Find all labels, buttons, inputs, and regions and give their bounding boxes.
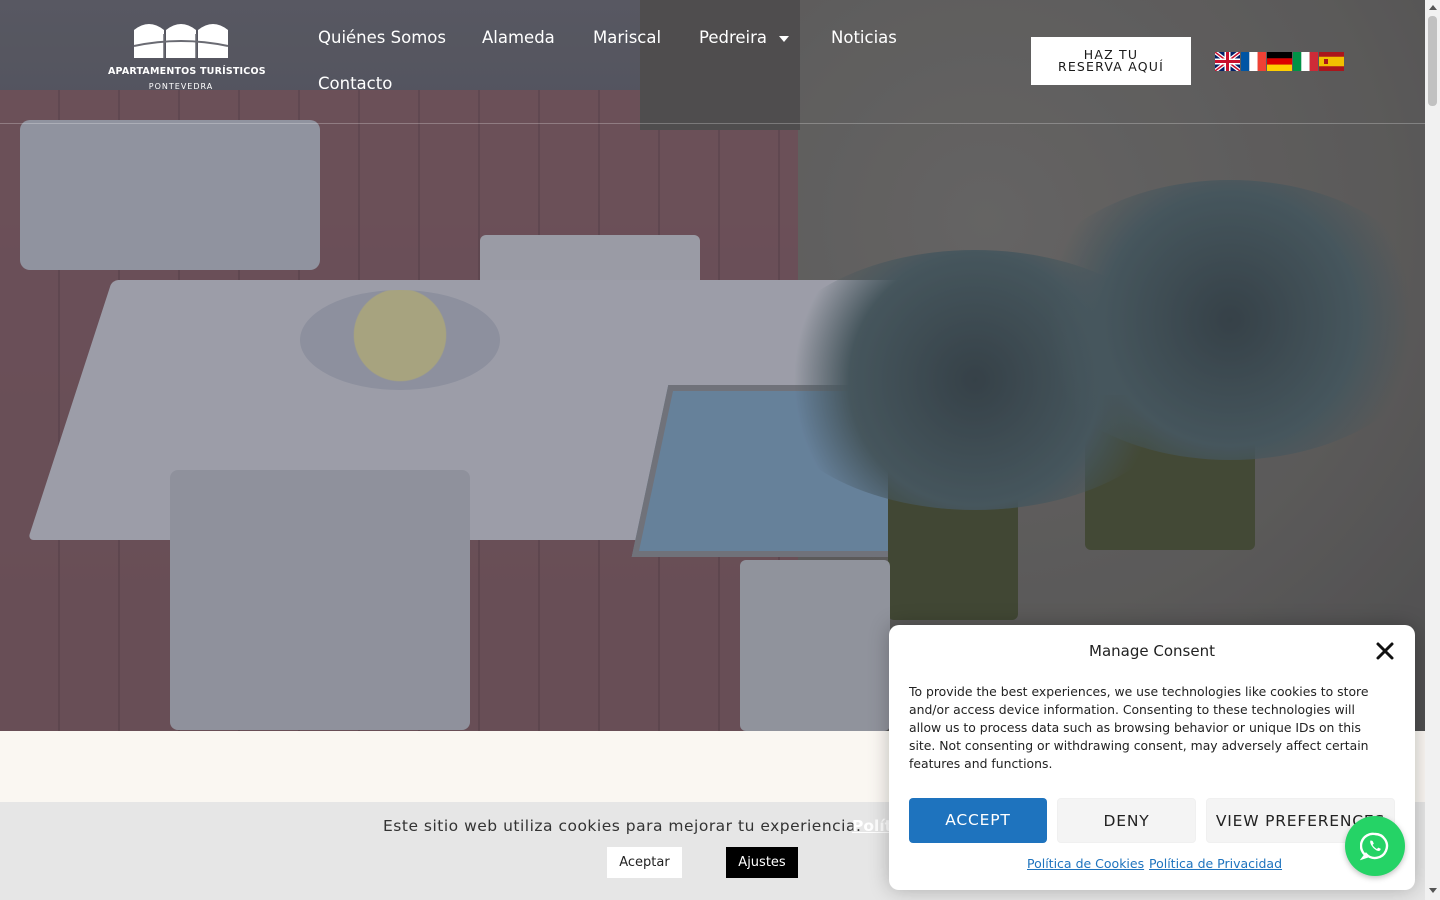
nav-quienes-somos[interactable]: Quiénes Somos: [318, 28, 446, 47]
whatsapp-button[interactable]: [1345, 816, 1405, 876]
scroll-up-icon[interactable]: [1429, 5, 1437, 10]
nav-noticias[interactable]: Noticias: [831, 28, 897, 47]
whatsapp-icon: [1360, 832, 1389, 861]
cookie-accept-button[interactable]: Aceptar: [607, 847, 682, 878]
page-scrollbar[interactable]: [1425, 0, 1440, 900]
scroll-down-icon[interactable]: [1429, 888, 1437, 893]
chevron-down-icon: [779, 35, 790, 42]
france-flag-icon[interactable]: [1241, 52, 1266, 71]
cookie-policy-link[interactable]: Política de Cookies: [1027, 856, 1144, 871]
logo-subtitle: PONTEVEDRA: [148, 82, 214, 91]
cookie-bar-policy-link[interactable]: Polít: [852, 817, 892, 835]
nav-alameda[interactable]: Alameda: [482, 28, 555, 47]
privacy-policy-link[interactable]: Política de Privacidad: [1149, 856, 1282, 871]
reserve-button[interactable]: HAZ TU RESERVA AQUÍ: [1031, 37, 1191, 85]
italy-flag-icon[interactable]: [1293, 52, 1318, 71]
nav-contacto[interactable]: Contacto: [318, 74, 392, 93]
nav-pedreira[interactable]: Pedreira: [699, 28, 790, 47]
cookie-bar-message: Este sitio web utiliza cookies para mejo…: [383, 817, 862, 835]
nav-pedreira-label: Pedreira: [699, 28, 768, 47]
close-icon[interactable]: [1373, 639, 1397, 663]
site-header: APARTAMENTOS TURÍSTICOS PONTEVEDRA Quién…: [0, 0, 1425, 124]
germany-flag-icon[interactable]: [1267, 52, 1292, 71]
consent-dialog: Manage Consent To provide the best exper…: [889, 625, 1415, 890]
consent-deny-button[interactable]: DENY: [1057, 798, 1196, 843]
site-logo[interactable]: APARTAMENTOS TURÍSTICOS PONTEVEDRA: [108, 18, 266, 100]
consent-body: To provide the best experiences, we use …: [909, 684, 1369, 771]
reserve-line-2: RESERVA AQUÍ: [1057, 59, 1165, 74]
scrollbar-thumb[interactable]: [1428, 16, 1437, 106]
logo-title: APARTAMENTOS TURÍSTICOS: [108, 66, 266, 77]
nav-mariscal[interactable]: Mariscal: [593, 28, 661, 47]
cookie-settings-button[interactable]: Ajustes: [726, 847, 798, 878]
consent-title: Manage Consent: [1089, 642, 1215, 660]
consent-accept-button[interactable]: ACCEPT: [909, 798, 1047, 843]
spain-flag-icon[interactable]: [1319, 52, 1344, 71]
logo-houses-icon: [133, 24, 229, 58]
uk-flag-icon[interactable]: [1215, 52, 1240, 71]
